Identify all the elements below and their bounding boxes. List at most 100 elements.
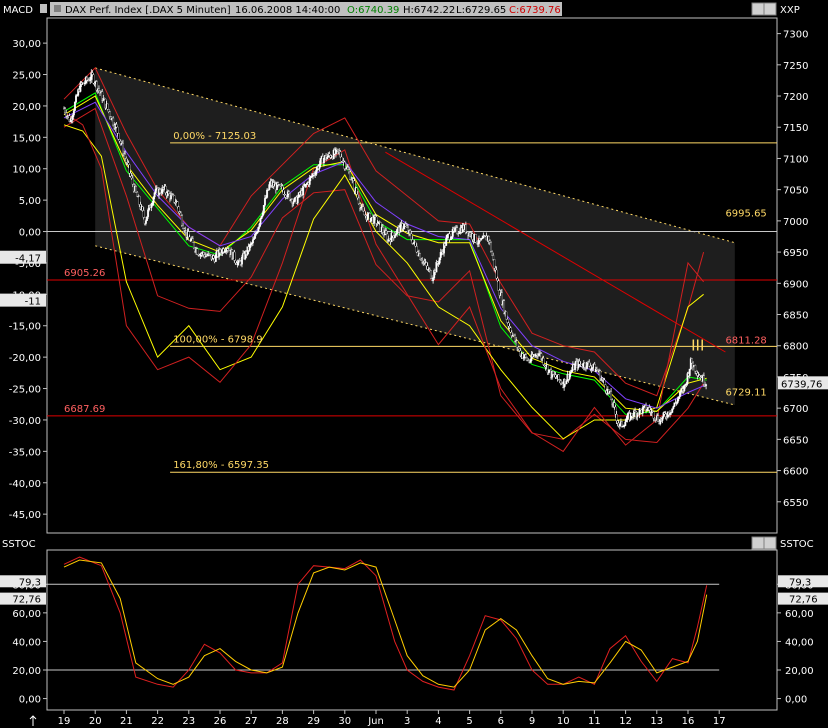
price-bar-body	[496, 278, 499, 281]
price-bar-body	[508, 326, 511, 328]
stoch-right-tick-label: 0,00	[785, 695, 807, 706]
price-bar-body	[672, 406, 675, 409]
window-close-button[interactable]	[763, 2, 777, 16]
right-axis-label: XXP	[780, 5, 800, 16]
macd-tick-label: -20,00	[9, 353, 41, 364]
price-bar-body	[302, 185, 305, 196]
price-bar-body	[683, 384, 686, 392]
price-bar-body	[75, 95, 77, 103]
price-bar-body	[131, 177, 134, 185]
last-ma-label: 6729.11	[725, 388, 766, 399]
price-bar-body	[357, 197, 360, 204]
price-bar-body	[671, 408, 674, 413]
price-bar-body	[337, 149, 340, 152]
price-bar-body	[641, 407, 644, 414]
price-bar-body	[173, 195, 176, 203]
stoch-tick-label: 40,00	[12, 637, 41, 648]
price-bar-body	[517, 347, 520, 350]
price-bar-body	[524, 354, 527, 358]
price-bar-body	[115, 124, 118, 128]
price-bar-body	[438, 257, 441, 264]
price-bar-body	[167, 191, 170, 194]
channel-value-label: 6995.65	[725, 209, 766, 220]
price-bar-body	[680, 390, 682, 393]
x-tick-label: 20	[89, 716, 102, 727]
macd-tick-label: 20,00	[12, 102, 41, 113]
price-tick-label: 7000	[783, 217, 808, 228]
stoch-header: SSTOC SSTOC	[0, 534, 828, 550]
price-bar-body	[179, 212, 182, 216]
price-bar-body	[176, 201, 179, 207]
stoch-close-button[interactable]	[763, 536, 777, 550]
fib-label: 0,00% - 7125.03	[173, 131, 256, 142]
price-bar-body	[428, 269, 431, 271]
price-bar-body	[348, 169, 350, 173]
price-tick-label: 7300	[783, 30, 808, 41]
price-bar-body	[663, 412, 666, 415]
price-bar-body	[574, 363, 577, 370]
price-bar-body	[595, 369, 598, 371]
price-bar-body	[135, 186, 138, 193]
price-bar-body	[396, 229, 399, 235]
stoch-right-marker-label: 72,76	[789, 595, 818, 606]
price-bar-body	[108, 111, 111, 117]
macd-tick-label: -25,00	[9, 385, 41, 396]
x-tick-label: 29	[307, 716, 320, 727]
x-tick-label: 10	[557, 716, 570, 727]
wave-annotation: III	[691, 337, 704, 355]
price-bar-body	[142, 210, 145, 218]
price-bar-body	[409, 230, 412, 235]
price-bar-body	[234, 260, 237, 264]
stoch-restore-button[interactable]	[751, 536, 765, 550]
price-bar-body	[503, 300, 506, 314]
series-marker-icon	[54, 5, 61, 12]
price-bar-body	[89, 79, 92, 82]
price-bar-body	[151, 202, 154, 206]
price-bar-body	[399, 223, 402, 233]
price-bar-body	[296, 197, 299, 204]
price-bar-body	[255, 232, 258, 235]
price-bar-body	[97, 88, 100, 92]
window-restore-button[interactable]	[751, 2, 765, 16]
fib-label: 161,80% - 6597.35	[173, 460, 269, 471]
x-tick-label: 22	[151, 716, 164, 727]
x-tick-label: 4	[435, 716, 441, 727]
price-bar-body	[569, 371, 572, 374]
price-bar-body	[698, 375, 701, 378]
price-bar-body	[450, 236, 453, 240]
price-bar-body	[402, 226, 405, 229]
price-bar-body	[506, 319, 509, 323]
macd-tick-label: 30,00	[12, 39, 41, 50]
price-tick-label: 6550	[783, 498, 808, 509]
price-bar-body	[268, 184, 271, 190]
price-bar-body	[189, 239, 192, 242]
price-bar-body	[559, 380, 562, 384]
stoch-marker-label: 72,76	[12, 595, 41, 606]
price-bar-body	[429, 270, 432, 279]
price-bar-body	[219, 249, 222, 253]
price-bar-body	[414, 241, 417, 247]
price-bar-body	[426, 265, 429, 270]
x-tick-label: 5	[466, 716, 472, 727]
macd-tick-label: 15,00	[12, 133, 41, 144]
price-bar-body	[251, 239, 254, 244]
price-bar-body	[118, 139, 121, 142]
price-bar-body	[127, 162, 130, 165]
price-bar-body	[420, 259, 423, 261]
price-bar-body	[141, 206, 144, 211]
price-bar-body	[182, 225, 184, 230]
price-bar-body	[487, 236, 490, 241]
price-bar-body	[624, 421, 627, 426]
dropdown-button[interactable]	[40, 4, 47, 13]
price-bar-body	[253, 238, 255, 240]
price-bar-body	[308, 177, 311, 185]
trend-value-label: 6811.28	[725, 336, 766, 347]
x-tick-label: 12	[619, 716, 632, 727]
price-bar-body	[72, 110, 75, 116]
price-bar-body	[570, 370, 573, 373]
price-bar-body	[288, 191, 290, 195]
price-bar-body	[568, 373, 571, 380]
stoch-marker-label: 79,3	[19, 577, 41, 588]
macd-marker-label: -11	[25, 297, 41, 308]
price-bar-body	[130, 175, 133, 179]
